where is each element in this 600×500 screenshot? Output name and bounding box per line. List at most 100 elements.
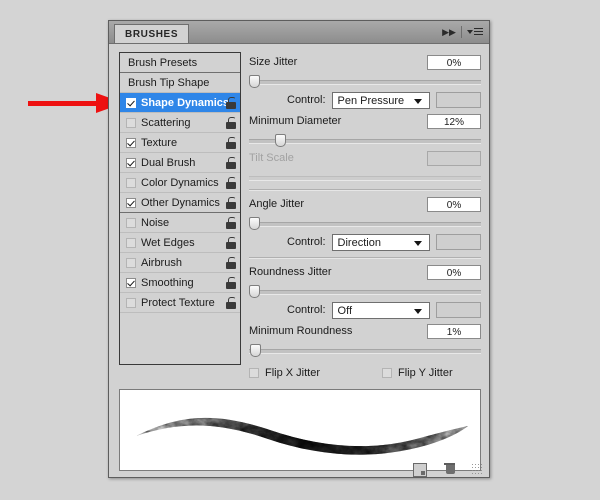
slider-handle[interactable] — [249, 285, 260, 298]
list-item-other-dynamics[interactable]: Other Dynamics — [120, 193, 240, 213]
list-item-label: Texture — [141, 136, 178, 149]
slider-handle[interactable] — [250, 344, 261, 357]
checkbox-other-dynamics[interactable] — [126, 197, 136, 208]
tilt-scale-group: Tilt Scale — [249, 148, 481, 185]
section-divider-2 — [249, 257, 481, 259]
lock-icon[interactable] — [226, 277, 236, 289]
list-item-brush-presets[interactable]: Brush Presets — [120, 53, 240, 73]
list-item-label: Dual Brush — [141, 156, 196, 169]
angle-jitter-slider[interactable] — [249, 215, 481, 231]
angle-control-dropdown[interactable]: Direction — [331, 233, 431, 251]
lock-icon[interactable] — [226, 177, 236, 189]
angle-control-value: Direction — [337, 236, 381, 249]
chevron-down-icon — [414, 308, 423, 314]
trash-icon[interactable] — [441, 461, 457, 477]
checkbox-smoothing[interactable] — [126, 277, 136, 288]
slider-handle[interactable] — [249, 217, 260, 230]
list-item-wet-edges[interactable]: Wet Edges — [120, 233, 240, 253]
tab-brushes[interactable]: BRUSHES — [114, 24, 190, 43]
size-control-row: Control: Pen Pressure — [249, 89, 481, 111]
size-jitter-value[interactable]: 0% — [427, 54, 481, 70]
section-divider-1 — [249, 189, 481, 191]
list-item-label: Color Dynamics — [141, 176, 219, 189]
size-control-value: Pen Pressure — [337, 94, 405, 107]
size-jitter-group: Size Jitter 0% — [249, 52, 481, 89]
checkbox-flip-x-jitter[interactable] — [249, 368, 259, 378]
minimum-diameter-slider[interactable] — [249, 132, 481, 148]
size-control-dropdown[interactable]: Pen Pressure — [331, 91, 431, 109]
panel-tab-bar: BRUSHES ▶▶ — [109, 21, 489, 44]
slider-track — [249, 222, 481, 227]
lock-icon[interactable] — [226, 137, 236, 149]
lock-icon[interactable] — [226, 257, 236, 269]
resize-grip-icon[interactable] — [471, 463, 483, 475]
roundness-jitter-value[interactable]: 0% — [427, 264, 481, 280]
minimum-roundness-value[interactable]: 1% — [427, 323, 481, 339]
flip-y-jitter-label: Flip Y Jitter — [398, 367, 453, 379]
checkbox-dual-brush[interactable] — [126, 157, 136, 168]
roundness-jitter-label: Roundness Jitter — [249, 266, 332, 278]
list-item-protect-texture[interactable]: Protect Texture — [120, 293, 240, 313]
minimum-diameter-group: Minimum Diameter 12% — [249, 111, 481, 148]
checkbox-shape-dynamics[interactable] — [126, 97, 136, 108]
checkbox-texture[interactable] — [126, 137, 136, 148]
angle-control-aux-box — [436, 234, 481, 250]
list-item-noise[interactable]: Noise — [120, 213, 240, 233]
minimum-roundness-group: Minimum Roundness 1% — [249, 321, 481, 358]
size-control-label: Control: — [287, 94, 326, 106]
checkbox-flip-y-jitter[interactable] — [382, 368, 393, 378]
list-item-label: Smoothing — [141, 276, 194, 289]
size-jitter-label: Size Jitter — [249, 56, 298, 68]
minimum-roundness-slider[interactable] — [249, 342, 481, 358]
minimum-diameter-label: Minimum Diameter — [249, 115, 342, 127]
roundness-control-row: Control: Off — [249, 299, 481, 321]
list-item-brush-tip-shape[interactable]: Brush Tip Shape — [120, 73, 240, 93]
minimum-diameter-value[interactable]: 12% — [427, 113, 481, 129]
lock-icon[interactable] — [226, 217, 236, 229]
slider-track — [249, 176, 481, 181]
chevron-down-icon — [414, 240, 423, 246]
checkbox-airbrush[interactable] — [126, 257, 136, 268]
lock-icon[interactable] — [226, 237, 236, 249]
list-item-dual-brush[interactable]: Dual Brush — [120, 153, 240, 173]
roundness-control-value: Off — [337, 304, 353, 317]
roundness-control-label: Control: — [287, 304, 326, 316]
roundness-jitter-slider[interactable] — [249, 283, 481, 299]
lock-icon[interactable] — [226, 157, 236, 169]
lock-icon[interactable] — [226, 297, 236, 309]
list-item-label: Brush Tip Shape — [128, 76, 210, 89]
checkbox-color-dynamics[interactable] — [126, 177, 136, 188]
tilt-scale-label: Tilt Scale — [249, 152, 294, 164]
panel-menu-icon[interactable] — [465, 24, 485, 40]
list-item-color-dynamics[interactable]: Color Dynamics — [120, 173, 240, 193]
checkbox-scattering[interactable] — [126, 117, 136, 128]
flip-x-jitter-option[interactable]: Flip X Jitter — [249, 367, 320, 379]
list-item-scattering[interactable]: Scattering — [120, 113, 240, 133]
roundness-control-dropdown[interactable]: Off — [331, 301, 431, 319]
slider-handle[interactable] — [275, 134, 286, 147]
size-jitter-slider[interactable] — [249, 73, 481, 89]
slider-handle[interactable] — [249, 75, 260, 88]
angle-jitter-group: Angle Jitter 0% — [249, 194, 481, 231]
flip-y-jitter-option[interactable]: Flip Y Jitter — [382, 367, 453, 379]
angle-control-label: Control: — [287, 236, 326, 248]
angle-jitter-value[interactable]: 0% — [427, 196, 481, 212]
checkbox-protect-texture[interactable] — [126, 297, 136, 308]
flip-jitter-row: Flip X Jitter Flip Y Jitter — [249, 363, 481, 383]
list-item-label: Scattering — [141, 116, 191, 129]
double-chevron-right-icon[interactable]: ▶▶ — [440, 24, 458, 40]
lock-icon[interactable] — [226, 117, 236, 129]
lock-icon[interactable] — [226, 197, 236, 209]
checkbox-wet-edges[interactable] — [126, 237, 136, 248]
list-item-airbrush[interactable]: Airbrush — [120, 253, 240, 273]
list-item-label: Other Dynamics — [141, 196, 220, 209]
arrow-shaft — [28, 101, 100, 106]
lock-icon[interactable] — [226, 97, 236, 109]
list-item-smoothing[interactable]: Smoothing — [120, 273, 240, 293]
brush-option-list: Brush Presets Brush Tip Shape Shape Dyna… — [119, 52, 241, 365]
new-brush-icon[interactable] — [411, 461, 427, 477]
checkbox-noise[interactable] — [126, 217, 136, 228]
list-item-shape-dynamics[interactable]: Shape Dynamics — [120, 93, 240, 113]
list-item-label: Brush Presets — [128, 56, 198, 69]
list-item-texture[interactable]: Texture — [120, 133, 240, 153]
